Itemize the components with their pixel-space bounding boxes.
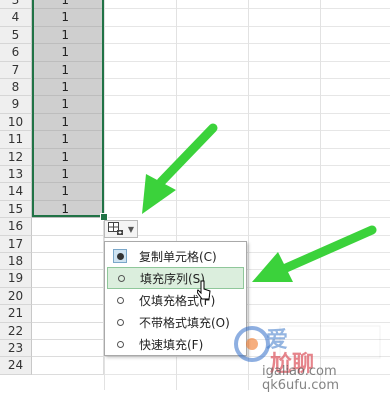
- annotation-arrows: [142, 123, 377, 282]
- arrow-icon: [142, 123, 218, 214]
- mouse-cursor-icon: [197, 280, 211, 300]
- watermark-url: qk6ufu.com: [262, 378, 340, 393]
- watermark-url: igaliao.com: [262, 364, 337, 379]
- arrow-icon: [252, 225, 377, 282]
